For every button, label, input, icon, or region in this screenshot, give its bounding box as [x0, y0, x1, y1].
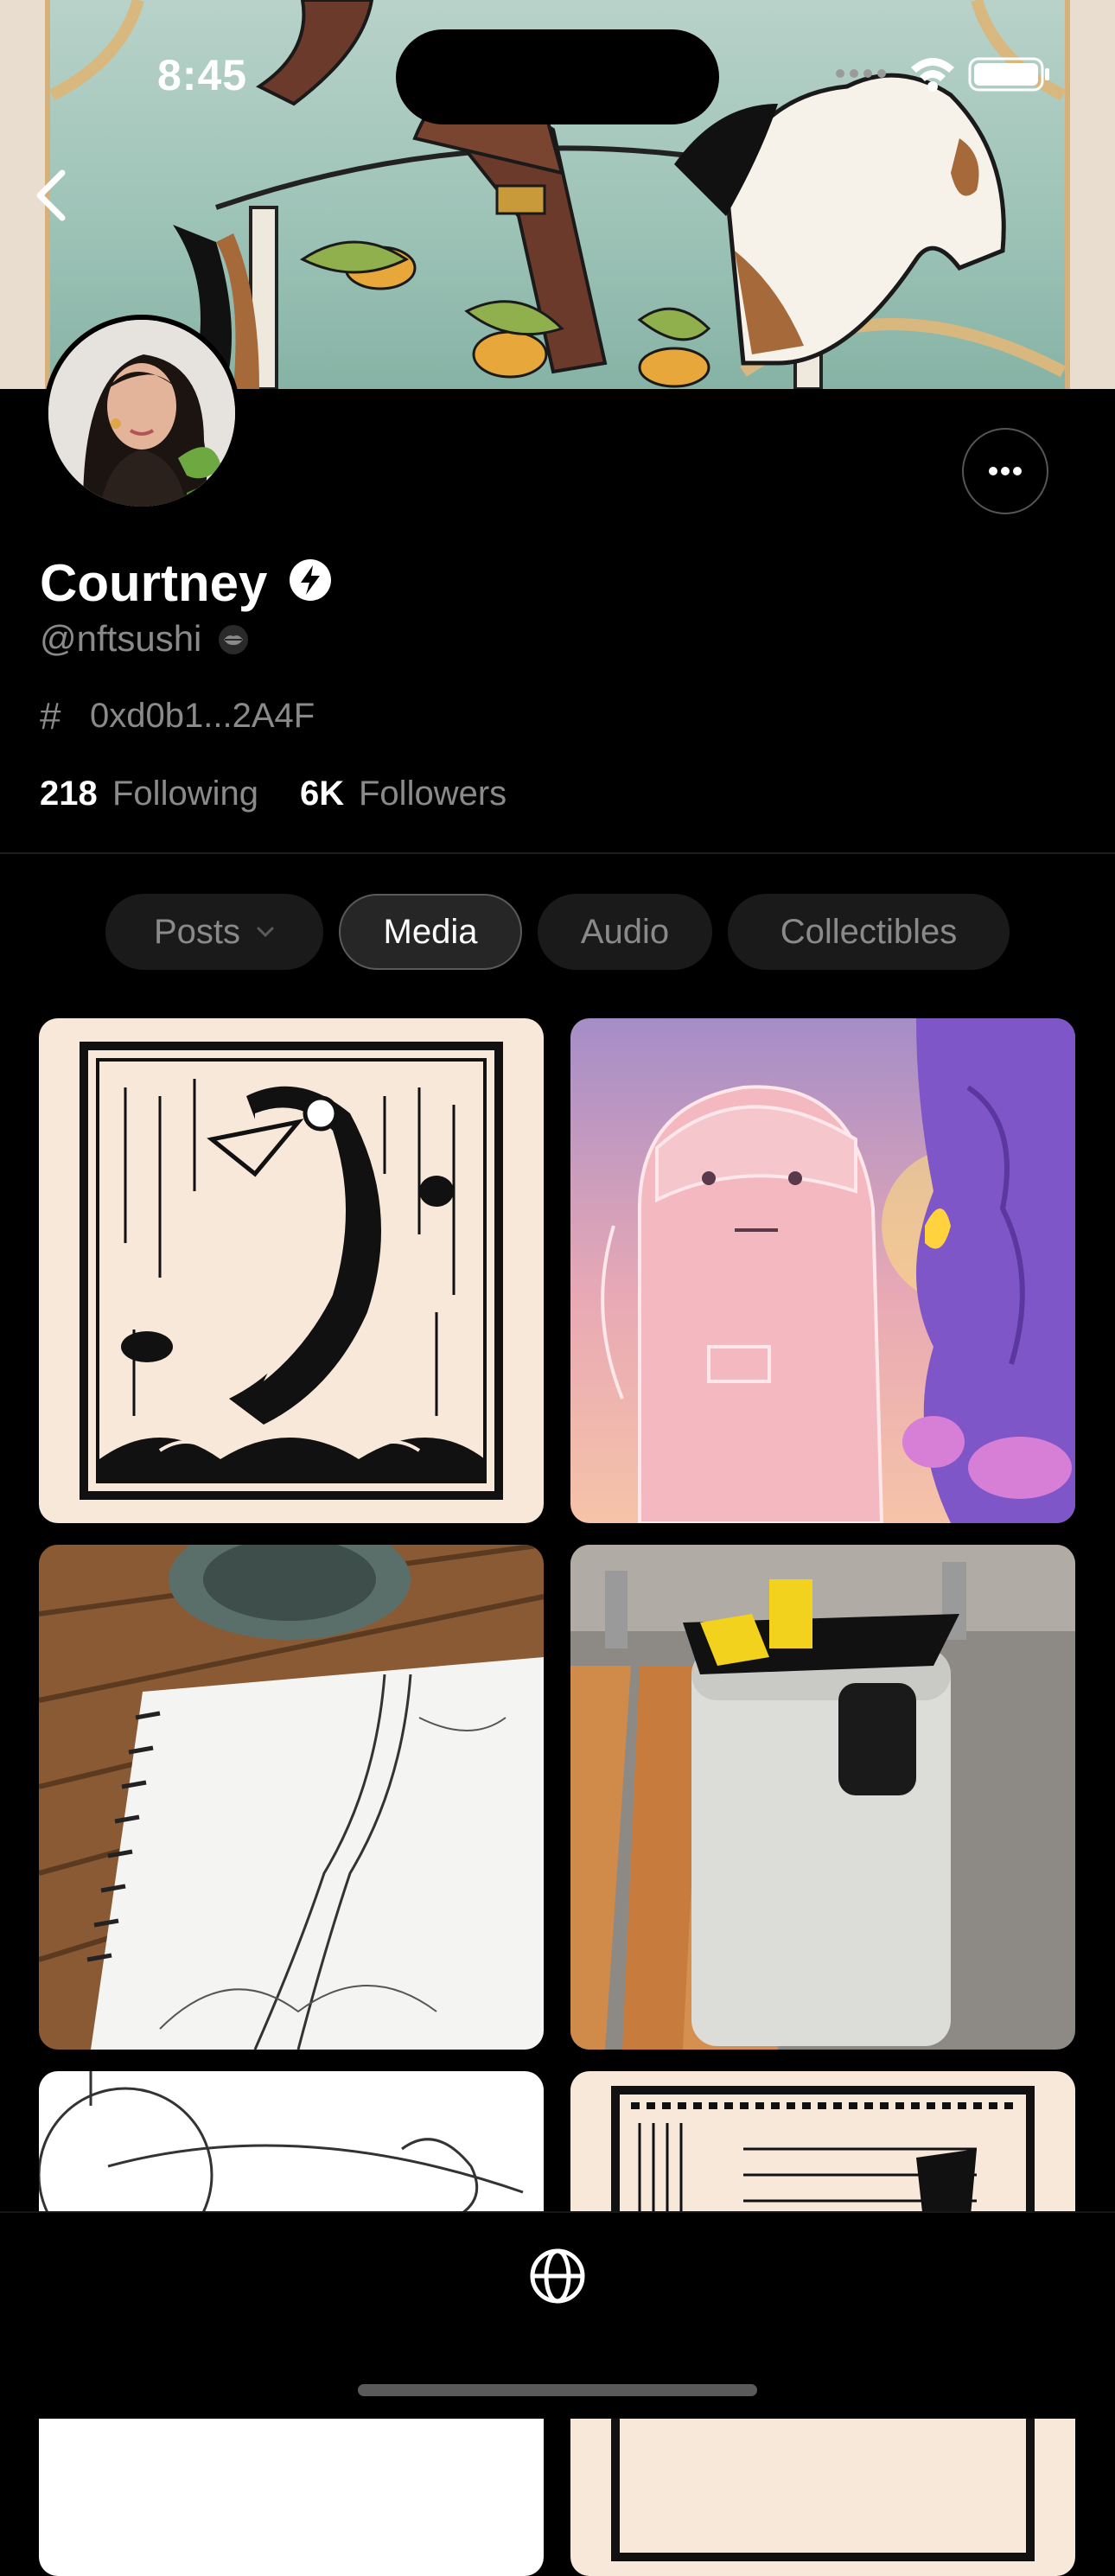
status-icons [833, 52, 1058, 95]
dynamic-island [396, 29, 719, 124]
tab-posts[interactable]: Posts [105, 894, 323, 970]
followers-count[interactable]: 6K [300, 775, 344, 813]
tab-label: Collectibles [780, 912, 958, 951]
home-indicator [358, 2384, 757, 2396]
hash-icon: # [40, 695, 61, 737]
lightning-bolt-icon [289, 558, 332, 602]
globe-button[interactable] [529, 2248, 586, 2305]
more-options-button[interactable] [962, 428, 1048, 514]
followers-label[interactable]: Followers [359, 775, 507, 813]
section-divider [0, 852, 1115, 854]
lips-icon [218, 624, 249, 655]
tab-collectibles[interactable]: Collectibles [728, 894, 1010, 970]
globe-icon [530, 2248, 585, 2304]
wallet-address[interactable]: 0xd0b1...2A4F [90, 697, 315, 736]
profile-avatar[interactable] [43, 315, 240, 512]
tab-media[interactable]: Media [339, 894, 522, 970]
tab-audio[interactable]: Audio [538, 894, 712, 970]
battery-icon [968, 57, 1049, 92]
following-count[interactable]: 218 [40, 775, 98, 813]
tab-label: Media [383, 912, 478, 951]
cellular-signal-icon [836, 69, 886, 78]
wifi-icon [911, 58, 954, 92]
media-tile[interactable] [39, 1545, 544, 2050]
following-label[interactable]: Following [112, 775, 258, 813]
profile-name: Courtney [40, 554, 268, 612]
chevron-left-icon [36, 169, 66, 221]
media-tile[interactable] [39, 1018, 544, 1523]
ellipsis-icon [989, 467, 1022, 475]
tab-label: Audio [580, 912, 670, 951]
chevron-down-icon [257, 927, 274, 938]
media-tile[interactable] [570, 1545, 1075, 2050]
back-button[interactable] [26, 164, 78, 226]
tab-label: Posts [153, 912, 241, 951]
media-tile[interactable] [570, 1018, 1075, 1523]
profile-handle: @nftsushi [40, 618, 202, 659]
status-time: 8:45 [157, 51, 248, 99]
